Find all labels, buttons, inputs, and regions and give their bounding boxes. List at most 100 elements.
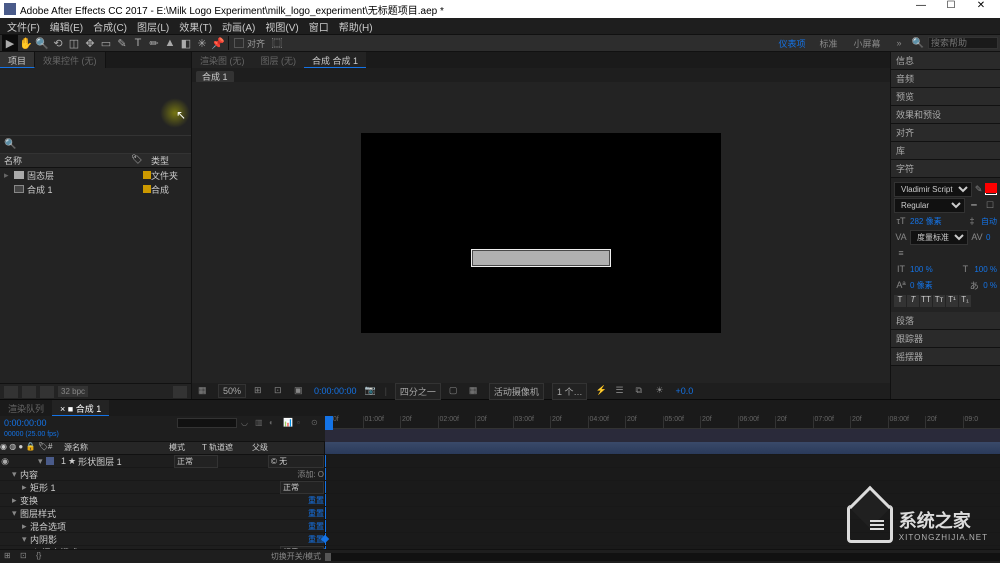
trash-icon[interactable]	[173, 386, 187, 398]
label-swatch[interactable]	[143, 185, 151, 193]
preview-time[interactable]: 0:00:00:00	[314, 386, 357, 396]
prop-blend-options[interactable]: ▸混合选项 重置	[0, 520, 324, 533]
toggle-switch-1-icon[interactable]: ⊞	[4, 551, 16, 563]
orbit-tool-icon[interactable]: ⟲	[50, 35, 66, 51]
exposure-value[interactable]: +0.0	[675, 386, 693, 396]
tab-render-queue[interactable]: 渲染队列	[0, 400, 52, 416]
menu-window[interactable]: 窗口	[304, 19, 334, 34]
tab-timeline-comp[interactable]: × ■ 合成 1	[52, 400, 109, 416]
graph-editor-icon[interactable]: 📊	[283, 418, 293, 428]
no-stroke-icon[interactable]: ☐	[983, 198, 997, 212]
prop-rect[interactable]: ▸矩形 1 正常	[0, 481, 324, 494]
twirl-icon[interactable]: ▸	[4, 170, 12, 181]
project-search-input[interactable]	[18, 137, 195, 152]
color-swatch[interactable]	[985, 183, 997, 195]
pan-behind-tool-icon[interactable]: ✥	[82, 35, 98, 51]
faux-bold-button[interactable]: T	[894, 295, 906, 307]
layer-row[interactable]: ◉ ▾ 1 ★ 形状图层 1 正常 © 无	[0, 455, 324, 468]
label-swatch[interactable]	[46, 457, 54, 465]
work-area-bar[interactable]	[325, 429, 1000, 442]
maximize-button[interactable]: ☐	[936, 0, 966, 18]
roi-icon[interactable]: ▢	[449, 385, 461, 397]
tsume-value[interactable]: 0 %	[983, 281, 997, 290]
reset-exposure-icon[interactable]: ☀	[655, 385, 667, 397]
brush-tool-icon[interactable]: ✏	[146, 35, 162, 51]
parent-select[interactable]: © 无	[268, 455, 324, 468]
bpc-button[interactable]: 32 bpc	[58, 386, 88, 397]
panel-effects-presets[interactable]: 效果和预设	[891, 106, 1000, 124]
view-layout-select[interactable]: 1 个…	[552, 383, 588, 400]
timeline-icon[interactable]: ☰	[615, 385, 627, 397]
motion-blur-icon[interactable]: ◐	[269, 418, 279, 428]
toggle-switch-2-icon[interactable]: ⊡	[20, 551, 32, 563]
new-folder-icon[interactable]	[22, 386, 36, 398]
new-comp-icon[interactable]	[40, 386, 54, 398]
frame-blend-icon[interactable]: ▥	[255, 418, 265, 428]
tracking-value[interactable]: 0	[986, 233, 990, 242]
kerning-select[interactable]: 度量标准	[910, 230, 968, 245]
panel-character[interactable]: 字符	[891, 160, 1000, 178]
prop-layer-styles[interactable]: ▾图层样式 重置	[0, 507, 324, 520]
grid-icon[interactable]: ⊡	[274, 385, 286, 397]
panel-paragraph[interactable]: 段落	[891, 312, 1000, 330]
clone-tool-icon[interactable]: ▲	[162, 35, 178, 51]
stroke-width-icon[interactable]: ━	[967, 198, 981, 212]
safe-zones-icon[interactable]: ⊞	[254, 385, 266, 397]
snap-checkbox[interactable]	[234, 38, 244, 48]
superscript-button[interactable]: T¹	[946, 295, 958, 307]
toggle-switches-modes[interactable]: 切换开关/模式	[271, 551, 321, 562]
font-style-select[interactable]: Regular	[894, 198, 965, 213]
panel-wiggler[interactable]: 摇摆器	[891, 348, 1000, 366]
tab-comp[interactable]: 合成 合成 1	[304, 52, 366, 68]
puppet-tool-icon[interactable]: 📌	[210, 35, 226, 51]
panel-preview[interactable]: 预览	[891, 88, 1000, 106]
col-tag-icon[interactable]: 🏷	[131, 154, 151, 167]
workspace-standard[interactable]: 标准	[814, 37, 844, 50]
transparency-icon[interactable]: ▦	[469, 385, 481, 397]
project-item-folder[interactable]: ▸ 固态层 文件夹	[0, 168, 191, 182]
workspace-more-icon[interactable]: »	[891, 38, 908, 48]
subscript-button[interactable]: T₁	[959, 295, 971, 307]
faux-italic-button[interactable]: T	[907, 295, 919, 307]
font-size-value[interactable]: 282 像素	[910, 216, 942, 227]
project-item-comp[interactable]: 合成 1 合成	[0, 182, 191, 196]
twirl-icon[interactable]: ▾	[38, 456, 46, 467]
minimize-button[interactable]: —	[906, 0, 936, 18]
menu-animation[interactable]: 动画(A)	[217, 19, 260, 34]
leading-value[interactable]: 自动	[981, 216, 997, 227]
current-time[interactable]: 0:00:00:00	[4, 418, 47, 428]
tab-footage[interactable]: 渲染图 (无)	[192, 52, 253, 68]
col-name[interactable]: 名称	[0, 154, 131, 167]
snap-opt-icon[interactable]: ⿴	[269, 35, 285, 51]
resolution-select[interactable]: 四分之一	[395, 383, 441, 400]
camera-tool-icon[interactable]: ◫	[66, 35, 82, 51]
col-type[interactable]: 类型	[151, 154, 191, 167]
shape-layer-preview[interactable]	[471, 249, 611, 267]
menu-effect[interactable]: 效果(T)	[174, 19, 217, 34]
type-tool-icon[interactable]: T	[130, 35, 146, 51]
fast-preview-icon[interactable]: ⚡	[595, 385, 607, 397]
camera-select[interactable]: 活动摄像机	[489, 383, 544, 400]
selection-tool-icon[interactable]: ▶	[2, 35, 18, 51]
label-swatch[interactable]	[143, 171, 151, 179]
prop-contents[interactable]: ▾内容 添加: O	[0, 468, 324, 481]
vscale-value[interactable]: 100 %	[910, 265, 933, 274]
tab-project[interactable]: 项目	[0, 52, 35, 68]
menu-view[interactable]: 视图(V)	[260, 19, 303, 34]
prop-inner-shadow[interactable]: ▾内阴影 重置	[0, 533, 324, 546]
tab-effect-controls[interactable]: 效果控件 (无)	[35, 52, 106, 68]
menu-edit[interactable]: 编辑(E)	[45, 19, 88, 34]
eyedropper-icon[interactable]: ✎	[974, 182, 983, 196]
timeline-search-input[interactable]	[177, 418, 237, 428]
font-family-select[interactable]: Vladimir Script	[894, 182, 972, 197]
workspace-highlight[interactable]: 仪表项	[774, 37, 809, 50]
menu-layer[interactable]: 图层(L)	[132, 19, 174, 34]
panel-align[interactable]: 对齐	[891, 124, 1000, 142]
scrollbar-thumb[interactable]	[325, 553, 331, 561]
pen-tool-icon[interactable]: ✎	[114, 35, 130, 51]
panel-info[interactable]: 信息	[891, 52, 1000, 70]
shy-icon[interactable]: ◡	[241, 418, 251, 428]
snap-icon[interactable]: ⊙	[311, 418, 321, 428]
zoom-tool-icon[interactable]: 🔍	[34, 35, 50, 51]
viewer-canvas[interactable]	[192, 82, 890, 383]
